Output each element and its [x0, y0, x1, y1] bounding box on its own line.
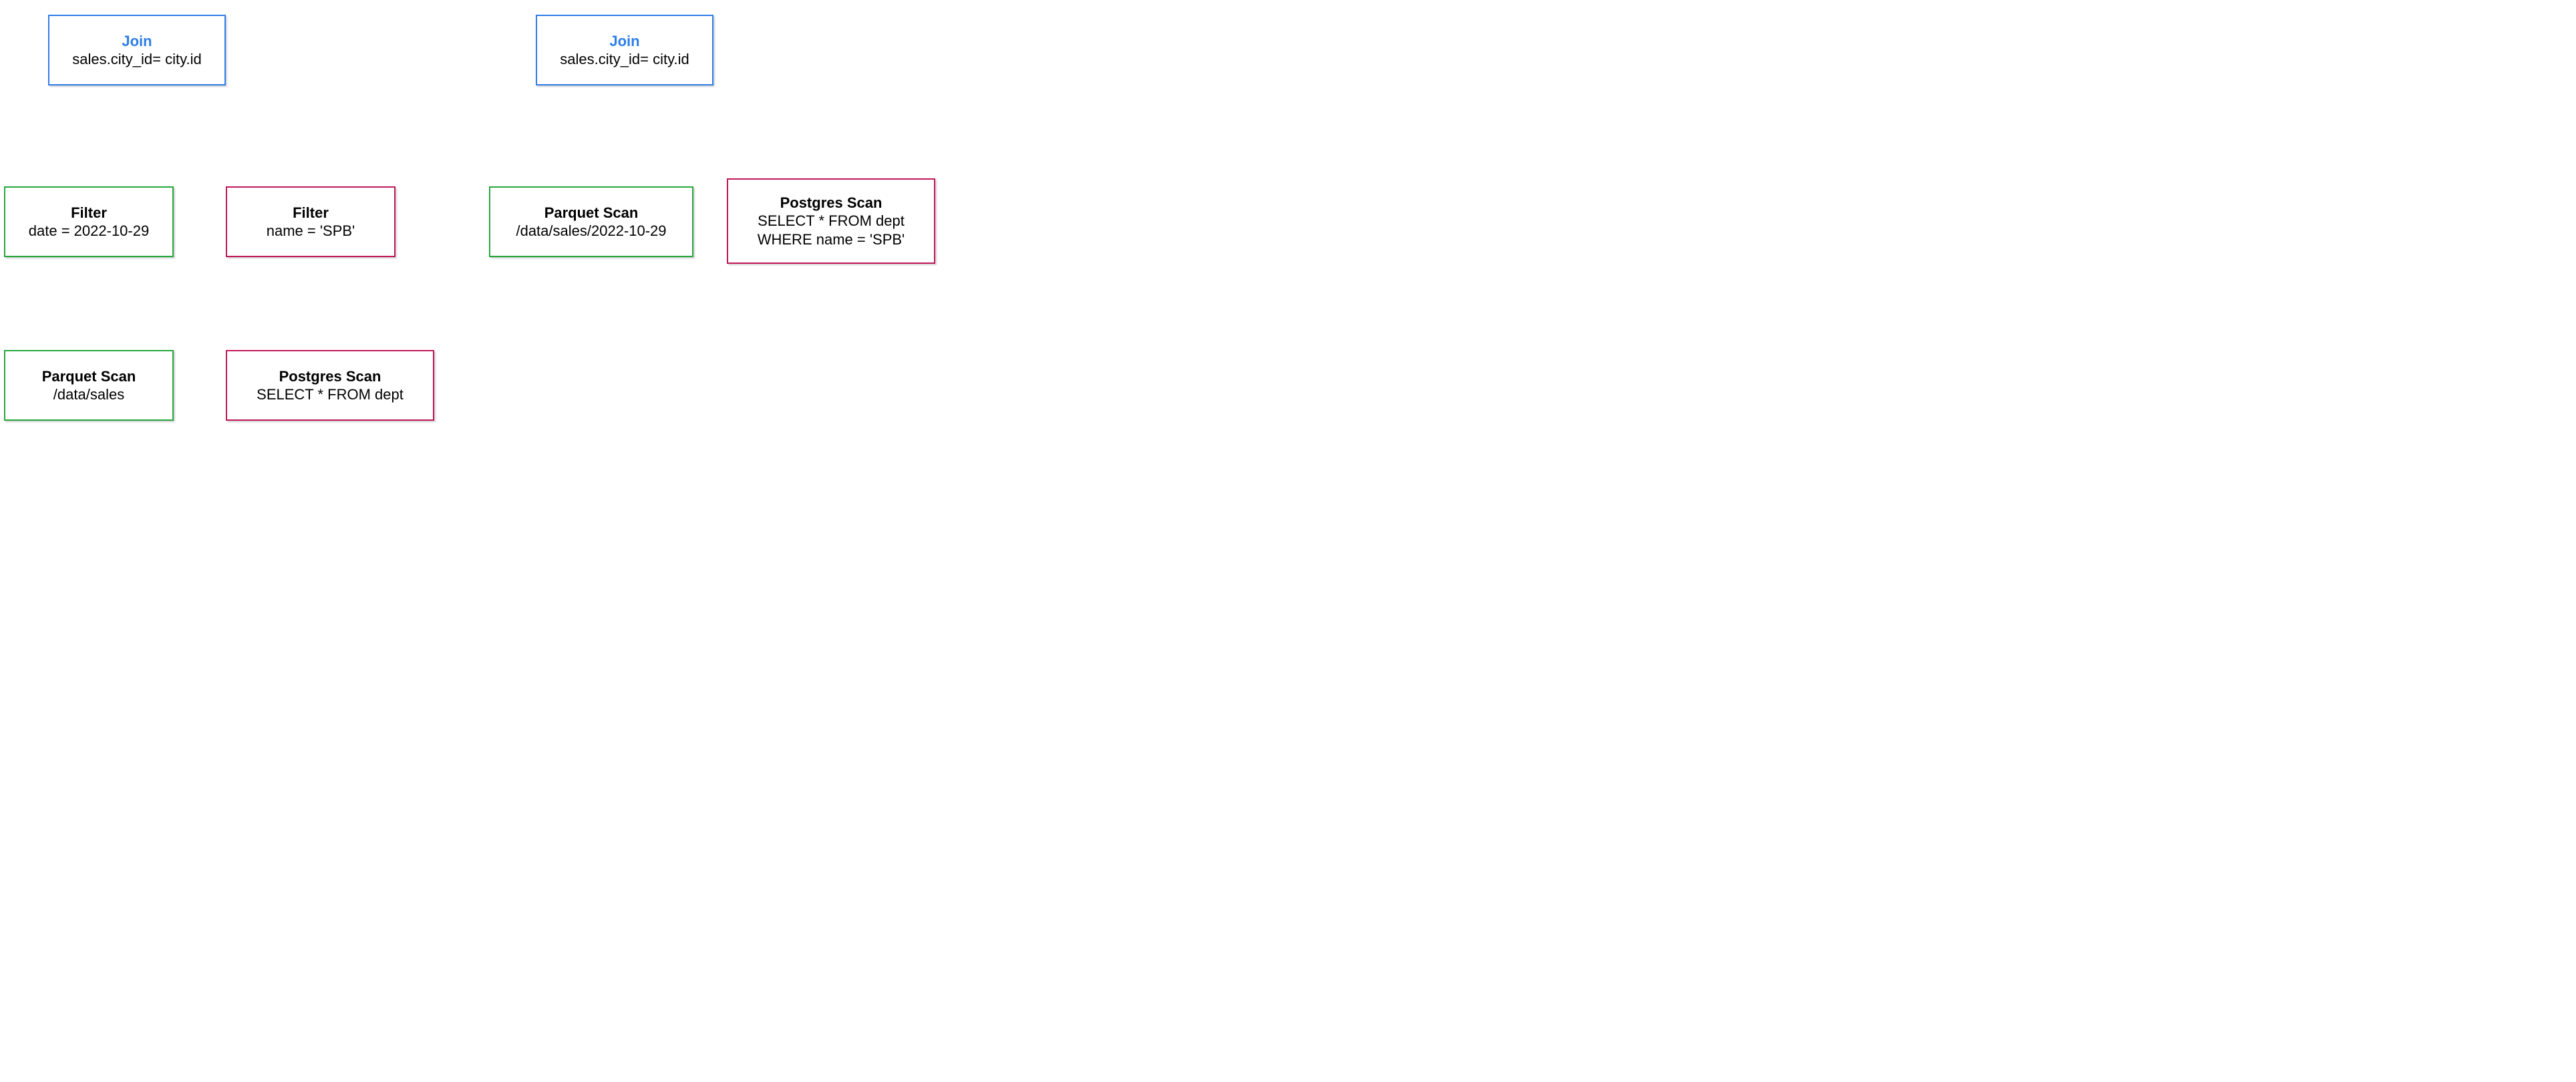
left-postgres-scan-node: Postgres Scan SELECT * FROM dept	[226, 350, 434, 421]
node-detail: name = 'SPB'	[227, 222, 394, 240]
node-detail: sales.city_id= city.id	[537, 50, 712, 69]
node-detail: /data/sales/2022-10-29	[490, 222, 692, 240]
right-join-node: Join sales.city_id= city.id	[536, 15, 713, 85]
node-title: Postgres Scan	[728, 194, 934, 212]
left-filter-postgres-node: Filter name = 'SPB'	[226, 186, 395, 257]
left-join-node: Join sales.city_id= city.id	[48, 15, 226, 85]
node-title: Filter	[5, 204, 172, 222]
left-filter-parquet-node: Filter date = 2022-10-29	[4, 186, 174, 257]
node-title: Join	[49, 32, 224, 51]
node-detail: SELECT * FROM dept	[227, 385, 433, 404]
node-title: Filter	[227, 204, 394, 222]
node-title: Parquet Scan	[490, 204, 692, 222]
right-postgres-scan-node: Postgres Scan SELECT * FROM dept WHERE n…	[727, 178, 935, 264]
node-detail: sales.city_id= city.id	[49, 50, 224, 69]
node-title: Parquet Scan	[5, 367, 172, 386]
left-parquet-scan-node: Parquet Scan /data/sales	[4, 350, 174, 421]
node-title: Postgres Scan	[227, 367, 433, 386]
node-detail: /data/sales	[5, 385, 172, 404]
node-title: Join	[537, 32, 712, 51]
node-detail: WHERE name = 'SPB'	[728, 230, 934, 249]
right-parquet-scan-node: Parquet Scan /data/sales/2022-10-29	[489, 186, 693, 257]
node-detail: SELECT * FROM dept	[728, 212, 934, 230]
node-detail: date = 2022-10-29	[5, 222, 172, 240]
query-plan-diagram: Join sales.city_id= city.id Filter date …	[0, 0, 1030, 433]
